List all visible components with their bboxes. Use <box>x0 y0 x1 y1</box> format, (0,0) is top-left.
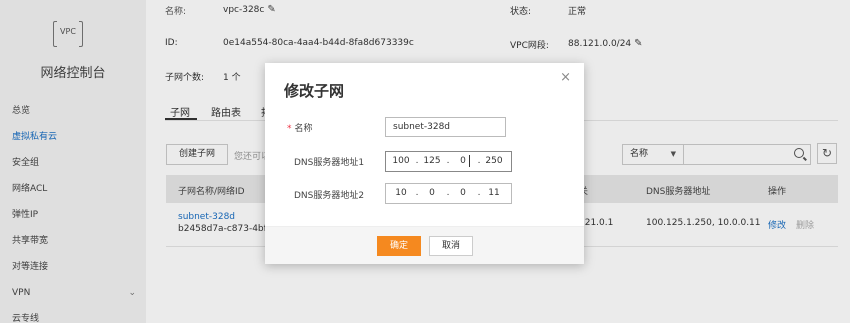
ip-dot: . <box>477 156 481 166</box>
required-mark: * <box>287 124 292 134</box>
ip-dot: . <box>477 188 481 198</box>
ip-dot: . <box>446 156 450 166</box>
dns1-octet-1[interactable]: 100 <box>391 156 411 166</box>
cancel-button[interactable]: 取消 <box>429 236 473 256</box>
edit-subnet-dialog: 修改子网 × * 名称 subnet-328d DNS服务器地址1 100 . 1… <box>265 63 584 264</box>
dns1-octet-2[interactable]: 125 <box>422 156 442 166</box>
confirm-button[interactable]: 确定 <box>377 236 421 256</box>
ip-dot: . <box>415 156 419 166</box>
dialog-title: 修改子网 <box>284 82 345 100</box>
dns2-ip-field[interactable]: 10 . 0 . 0 . 11 <box>385 183 512 204</box>
ip-dot: . <box>415 188 419 198</box>
dns1-octet-4[interactable]: 250 <box>484 156 504 166</box>
name-field-label-text: 名称 <box>294 124 313 134</box>
ip-dot: . <box>446 188 450 198</box>
name-field-label: * 名称 <box>287 121 313 134</box>
dns2-octet-1[interactable]: 10 <box>391 188 411 198</box>
dns2-octet-3[interactable]: 0 <box>453 188 473 198</box>
dialog-footer: 确定 取消 <box>265 226 584 264</box>
dns2-octet-2[interactable]: 0 <box>422 188 442 198</box>
text-cursor <box>469 155 470 167</box>
dns1-field-label: DNS服务器地址1 <box>294 158 365 168</box>
dns1-ip-field[interactable]: 100 . 125 . 0 . 250 <box>385 151 512 172</box>
close-icon[interactable]: × <box>560 70 571 85</box>
subnet-name-field[interactable]: subnet-328d <box>385 117 506 137</box>
dns2-field-label: DNS服务器地址2 <box>294 191 365 201</box>
dns2-octet-4[interactable]: 11 <box>484 188 504 198</box>
dns1-octet-3[interactable]: 0 <box>453 156 473 166</box>
